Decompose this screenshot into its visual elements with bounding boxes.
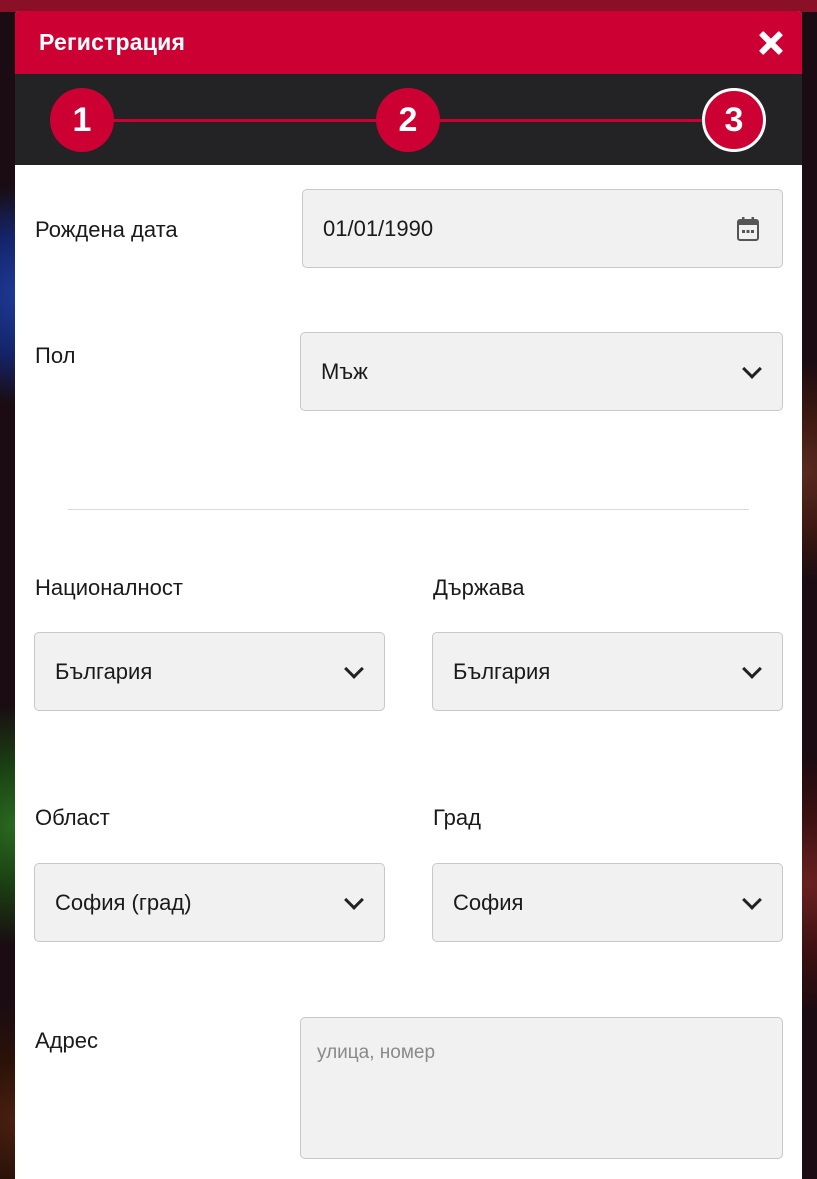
gender-value: Мъж: [321, 358, 368, 384]
step-2[interactable]: 2: [376, 88, 440, 152]
chevron-down-icon: [742, 658, 762, 679]
address-textarea[interactable]: улица, номер: [300, 1017, 783, 1159]
region-value: София (град): [55, 889, 192, 915]
chevron-down-icon: [742, 358, 762, 379]
address-placeholder: улица, номер: [317, 1042, 436, 1063]
close-icon[interactable]: [754, 26, 788, 60]
region-label: Област: [35, 805, 110, 830]
step-3-current[interactable]: 3: [702, 88, 766, 152]
birthdate-field[interactable]: 01/01/1990: [302, 189, 783, 268]
region-select[interactable]: София (град): [34, 863, 385, 942]
form-body: Рождена дата 01/01/1990 Пол Мъж Национал…: [15, 165, 802, 1179]
chevron-down-icon: [344, 658, 364, 679]
birthdate-label: Рождена дата: [35, 217, 178, 242]
birthdate-value: 01/01/1990: [323, 215, 434, 241]
city-label: Град: [433, 805, 481, 830]
modal-header: Регистрация: [15, 11, 802, 74]
chevron-down-icon: [344, 889, 364, 910]
chevron-down-icon: [742, 889, 762, 910]
country-value: България: [453, 658, 551, 684]
registration-stepper: 1 2 3: [15, 74, 802, 165]
country-label: Държава: [433, 575, 525, 600]
section-divider: [68, 509, 749, 510]
nationality-label: Националност: [35, 575, 183, 600]
gender-label: Пол: [35, 343, 76, 368]
registration-modal: Регистрация 1 2 3 Рождена дата 01/01/199…: [15, 11, 802, 1179]
city-value: София: [453, 889, 524, 915]
country-select[interactable]: България: [432, 632, 783, 711]
modal-title: Регистрация: [39, 29, 186, 55]
calendar-icon[interactable]: [736, 216, 760, 242]
gender-select[interactable]: Мъж: [300, 332, 783, 411]
step-1[interactable]: 1: [50, 88, 114, 152]
nationality-select[interactable]: България: [34, 632, 385, 711]
address-label: Адрес: [35, 1028, 98, 1053]
nationality-value: България: [55, 658, 153, 684]
city-select[interactable]: София: [432, 863, 783, 942]
